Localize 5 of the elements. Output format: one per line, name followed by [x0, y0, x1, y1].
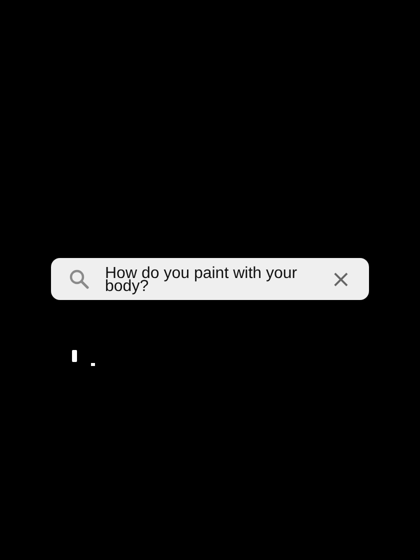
search-field[interactable]: How do you paint with your body? ×: [51, 258, 369, 300]
clear-button[interactable]: ×: [326, 267, 355, 291]
search-icon: [69, 269, 89, 289]
speck-drawing: [72, 350, 96, 366]
search-query: How do you paint with your body?: [105, 266, 298, 292]
